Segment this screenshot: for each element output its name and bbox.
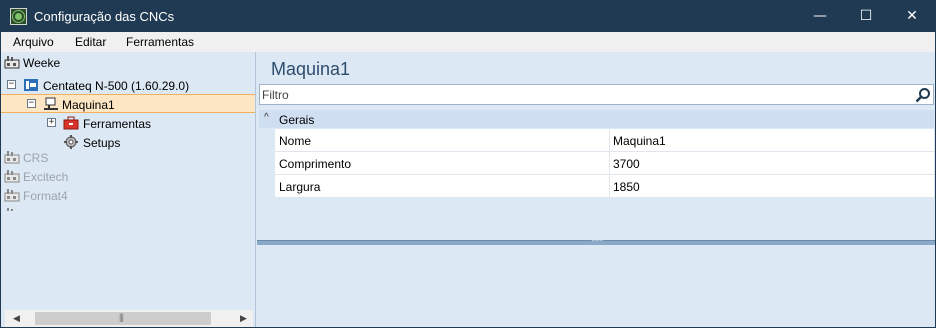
machine-group-icon (4, 170, 20, 183)
scroll-right-icon[interactable]: ▶ (240, 313, 247, 324)
machine-tree: Weeke − Centateq N-500 (1.60.29.0) − Maq… (1, 52, 256, 327)
column-divider (609, 152, 610, 175)
tree-label: Format4 (23, 189, 68, 203)
machine-group-icon (4, 151, 20, 164)
toolbox-icon (63, 116, 79, 130)
tree-label: CRS (23, 151, 49, 165)
menu-arquivo[interactable]: Arquivo (13, 35, 54, 49)
app-icon (10, 8, 27, 25)
tree-item-weeke[interactable]: Weeke (1, 53, 255, 72)
menu-editar[interactable]: Editar (75, 35, 106, 49)
config-window: Configuração das CNCs — ☐ ✕ Arquivo Edit… (0, 0, 936, 328)
grip-icon: ······· (591, 236, 604, 245)
scroll-left-icon[interactable]: ◀ (13, 313, 20, 324)
machine-group-icon (7, 208, 13, 211)
title-bar[interactable]: Configuração das CNCs — ☐ ✕ (1, 1, 935, 32)
tree-item-centateq[interactable]: − Centateq N-500 (1.60.29.0) (1, 76, 255, 95)
group-header-gerais[interactable]: ^ Gerais (259, 110, 934, 128)
tree-item-excitech[interactable]: Excitech (1, 167, 255, 186)
filter-input[interactable] (262, 87, 902, 103)
cnc-icon (24, 79, 38, 91)
tree-item-partial (1, 205, 255, 211)
tree-item-format4[interactable]: Format4 (1, 186, 255, 205)
scrollbar-thumb[interactable]: ||| (35, 312, 211, 325)
tree-item-ferramentas[interactable]: + Ferramentas (1, 114, 255, 133)
tree-label: Centateq N-500 (1.60.29.0) (43, 79, 190, 93)
machine-icon (44, 97, 58, 110)
minimize-button[interactable]: — (797, 1, 843, 32)
property-row-nome[interactable]: Nome Maquina1 (275, 129, 934, 152)
property-name: Comprimento (279, 157, 352, 171)
properties-panel: Maquina1 ^ Gerais Nome Maquina1 Comprime… (257, 52, 935, 327)
window-title: Configuração das CNCs (34, 9, 175, 24)
property-row-comprimento[interactable]: Comprimento 3700 (275, 152, 934, 175)
tree-item-maquina1[interactable]: − Maquina1 (1, 94, 255, 113)
property-value[interactable]: 3700 (613, 157, 640, 171)
collapse-icon[interactable]: − (27, 99, 36, 108)
horizontal-scrollbar[interactable]: ◀ ||| ▶ (5, 310, 253, 327)
chevron-up-icon[interactable]: ^ (264, 112, 269, 123)
group-label: Gerais (279, 113, 315, 127)
page-title: Maquina1 (271, 59, 351, 79)
menu-bar: Arquivo Editar Ferramentas (1, 32, 935, 52)
property-value[interactable]: 1850 (613, 180, 640, 194)
tree-item-crs[interactable]: CRS (1, 148, 255, 167)
column-divider (609, 129, 610, 152)
maximize-button[interactable]: ☐ (843, 1, 889, 32)
close-button[interactable]: ✕ (889, 1, 935, 32)
gear-icon (64, 135, 78, 149)
property-name: Nome (279, 134, 312, 148)
search-icon[interactable] (915, 87, 931, 103)
lower-pane (257, 245, 935, 327)
property-name: Largura (279, 180, 321, 194)
column-divider (609, 175, 610, 198)
property-grid: Nome Maquina1 Comprimento 3700 Largura 1… (275, 129, 934, 198)
tree-label: Maquina1 (62, 98, 115, 112)
machine-group-icon (4, 56, 20, 69)
expand-icon[interactable]: + (47, 118, 56, 127)
property-row-largura[interactable]: Largura 1850 (275, 175, 934, 198)
menu-ferramentas[interactable]: Ferramentas (126, 35, 194, 49)
property-value[interactable]: Maquina1 (613, 134, 666, 148)
collapse-icon[interactable]: − (7, 80, 16, 89)
tree-label: Excitech (23, 170, 69, 184)
tree-label: Weeke (23, 56, 61, 70)
filter-box[interactable] (259, 84, 934, 105)
grip-icon: ||| (119, 312, 124, 322)
machine-group-icon (4, 189, 20, 202)
tree-label: Ferramentas (83, 117, 152, 131)
